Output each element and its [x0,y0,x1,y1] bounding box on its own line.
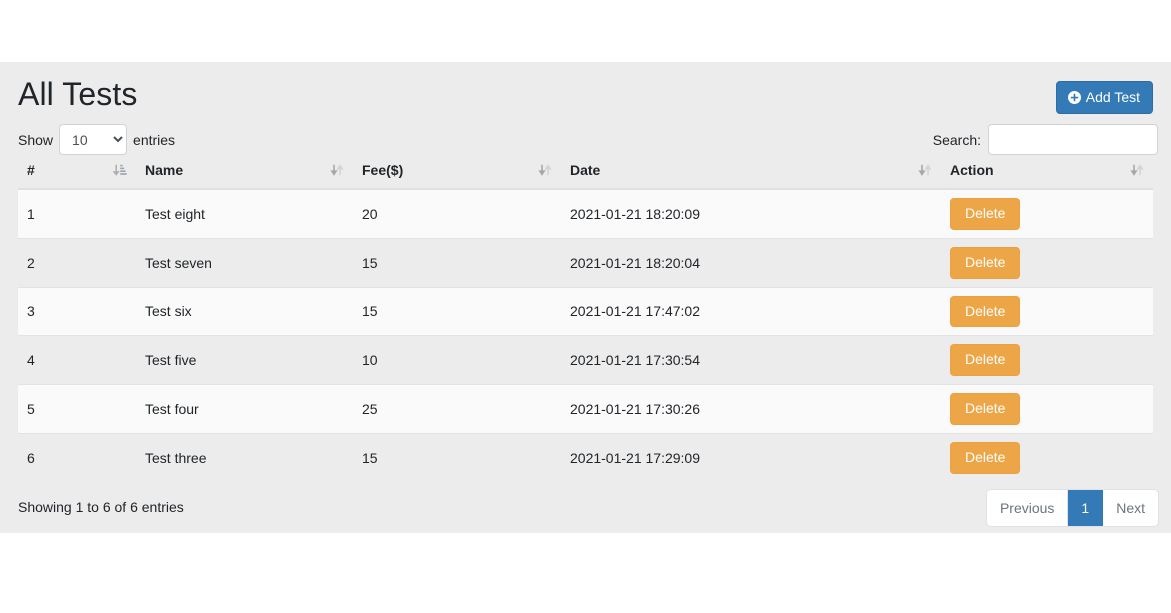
cell-num: 4 [18,335,136,385]
cell-num: 3 [18,286,136,336]
column-label-name: Name [145,162,184,178]
table-info: Showing 1 to 6 of 6 entries [18,498,184,515]
pagination-previous[interactable]: Previous [986,489,1069,526]
delete-button[interactable]: Delete [950,295,1021,328]
cell-action: Delete [941,189,1153,238]
cell-date: 2021-01-21 17:30:54 [561,335,941,385]
table-row: 1 Test eight 20 2021-01-21 18:20:09 Dele… [18,189,1153,239]
cell-date: 2021-01-21 18:20:04 [561,237,941,288]
table-row: 3 Test six 15 2021-01-21 17:47:02 Delete [18,286,1153,336]
pagination-page-1[interactable]: 1 [1068,489,1104,526]
sort-updown-icon [1130,163,1144,177]
cell-fee: 25 [353,384,561,434]
cell-fee: 10 [353,335,561,385]
cell-fee: 15 [353,237,561,288]
entries-label: entries [133,131,176,148]
delete-button[interactable]: Delete [950,344,1021,377]
table-row: 5 Test four 25 2021-01-21 17:30:26 Delet… [18,384,1153,434]
page: All Tests Add Test Show 10 entries Searc… [0,0,1171,613]
cell-action: Delete [941,335,1153,385]
cell-name: Test four [136,384,353,434]
table-footer: Showing 1 to 6 of 6 entries Previous 1 N… [0,482,1171,536]
cell-date: 2021-01-21 17:29:09 [561,432,941,482]
add-test-label: Add Test [1085,89,1140,105]
cell-name: Test six [136,286,353,336]
cell-num: 6 [18,432,136,482]
search-label: Search: [932,131,981,148]
all-tests-card: All Tests Add Test Show 10 entries Searc… [0,62,1171,533]
table-row: 2 Test seven 15 2021-01-21 18:20:04 Dele… [18,237,1153,288]
table-head: # Name Fee($) Date Action [18,156,1153,190]
delete-button[interactable]: Delete [950,441,1021,474]
table-controls: Show 10 entries Search: [0,118,1171,156]
cell-fee: 15 [353,286,561,336]
delete-button[interactable]: Delete [950,393,1021,425]
column-label-date: Date [570,162,601,178]
delete-button[interactable]: Delete [950,198,1021,230]
cell-num: 5 [18,384,136,434]
cell-fee: 15 [353,432,561,482]
cell-date: 2021-01-21 18:20:09 [570,205,700,222]
sort-updown-icon [538,163,552,177]
column-label-fee: Fee($) [362,162,404,178]
search-input[interactable] [988,124,1158,155]
page-title: All Tests [18,76,138,112]
cell-num: 1 [27,205,35,222]
table-header-row: # Name Fee($) Date Action [18,156,1153,190]
column-header-num[interactable]: # [18,156,136,190]
plus-circle-icon [1067,90,1081,104]
cell-name: Test seven [136,237,353,288]
column-header-name[interactable]: Name [136,156,353,190]
cell-date: 2021-01-21 17:47:02 [561,286,941,336]
cell-num: 2 [18,237,136,288]
cell-name: Test five [136,335,353,385]
column-label-action: Action [950,162,994,178]
show-label: Show [18,131,54,148]
tests-table: # Name Fee($) Date Action 1 Test eight 2… [18,156,1153,482]
table-row: 6 Test three 15 2021-01-21 17:29:09 Dele… [18,432,1153,482]
cell-action: Delete [941,432,1153,482]
add-test-button[interactable]: Add Test [1055,81,1153,114]
page-length-control: Show 10 entries [18,124,175,155]
search-control: Search: [933,124,1158,155]
cell-name: Test three [136,432,353,482]
column-header-fee[interactable]: Fee($) [353,156,561,190]
cell-name: Test eight [145,205,205,222]
sort-updown-icon [918,163,932,177]
cell-date: 2021-01-21 17:30:26 [561,384,941,434]
table-row: 4 Test five 10 2021-01-21 17:30:54 Delet… [18,335,1153,385]
card-header: All Tests Add Test [0,62,1171,118]
column-header-date[interactable]: Date [561,156,941,190]
column-header-action[interactable]: Action [941,156,1153,190]
table-container: # Name Fee($) Date Action 1 Test eight 2… [0,156,1171,482]
table-body: 1 Test eight 20 2021-01-21 18:20:09 Dele… [18,189,1153,482]
page-length-select[interactable]: 10 [59,124,128,155]
pagination: Previous 1 Next [986,489,1158,526]
cell-action: Delete [941,237,1153,288]
cell-action: Delete [941,384,1153,434]
pagination-next[interactable]: Next [1103,489,1158,526]
cell-action: Delete [941,286,1153,336]
delete-button[interactable]: Delete [950,246,1021,279]
sort-updown-icon [330,163,344,177]
cell-fee: 20 [362,205,378,222]
sort-amount-down-icon [113,163,127,177]
column-label-num: # [27,162,35,178]
